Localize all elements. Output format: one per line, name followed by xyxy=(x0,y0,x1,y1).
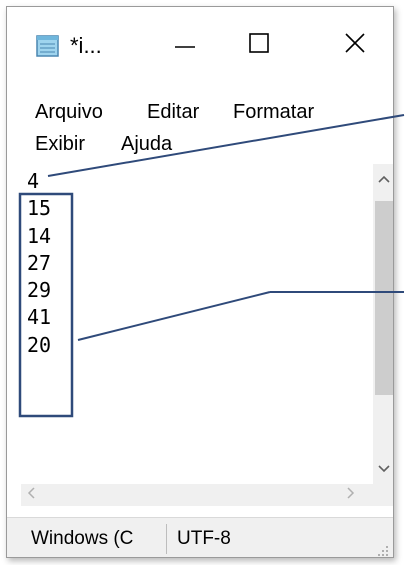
chevron-down-icon xyxy=(378,460,390,478)
menu-item-editar[interactable]: Editar xyxy=(147,101,199,124)
notepad-app-icon xyxy=(35,34,62,58)
title-bar: *i... xyxy=(7,7,393,81)
close-icon xyxy=(345,32,365,58)
status-bar: Windows (C UTF-8 xyxy=(7,517,393,557)
window-title: *i... xyxy=(70,33,102,58)
status-line-ending: Windows (C xyxy=(31,528,134,549)
scroll-right-button[interactable] xyxy=(347,484,355,506)
menu-item-ajuda[interactable]: Ajuda xyxy=(121,133,172,156)
minimize-icon xyxy=(174,36,196,54)
scroll-left-button[interactable] xyxy=(27,484,35,506)
resize-grip-icon[interactable] xyxy=(377,544,389,556)
editor-line: 4 xyxy=(27,169,40,193)
editor-content: 4 15 14 27 29 41 20 xyxy=(27,168,51,359)
close-button[interactable] xyxy=(325,23,385,67)
editor-line: 14 xyxy=(27,223,52,248)
editor-line: 29 xyxy=(27,278,52,303)
editor-line: 27 xyxy=(27,250,52,275)
scrollbar-corner xyxy=(373,484,393,506)
menu-item-arquivo[interactable]: Arquivo xyxy=(35,101,103,124)
menu-bar: Arquivo Editar Formatar Exibir Ajuda xyxy=(7,87,393,159)
horizontal-scrollbar[interactable] xyxy=(21,484,373,506)
status-separator xyxy=(166,524,167,554)
editor-line: 15 xyxy=(27,196,52,221)
vertical-scroll-thumb[interactable] xyxy=(375,201,393,395)
chevron-up-icon xyxy=(378,170,390,188)
text-editor-area[interactable]: 4 15 14 27 29 41 20 xyxy=(21,164,373,484)
editor-line: 20 xyxy=(27,332,52,357)
scroll-up-button[interactable] xyxy=(373,164,393,194)
scroll-down-button[interactable] xyxy=(373,454,393,484)
vertical-scrollbar[interactable] xyxy=(373,164,393,484)
editor-line: 41 xyxy=(27,305,52,330)
maximize-button[interactable] xyxy=(229,23,289,67)
minimize-button[interactable] xyxy=(155,23,215,67)
chevron-left-icon xyxy=(27,486,35,504)
status-encoding: UTF-8 xyxy=(177,528,231,549)
notepad-window: *i... Arquivo Editar Formatar Exibir Aju… xyxy=(6,6,394,558)
menu-item-exibir[interactable]: Exibir xyxy=(35,133,85,156)
maximize-icon xyxy=(249,32,269,58)
chevron-right-icon xyxy=(347,486,355,504)
menu-item-formatar[interactable]: Formatar xyxy=(233,101,314,124)
